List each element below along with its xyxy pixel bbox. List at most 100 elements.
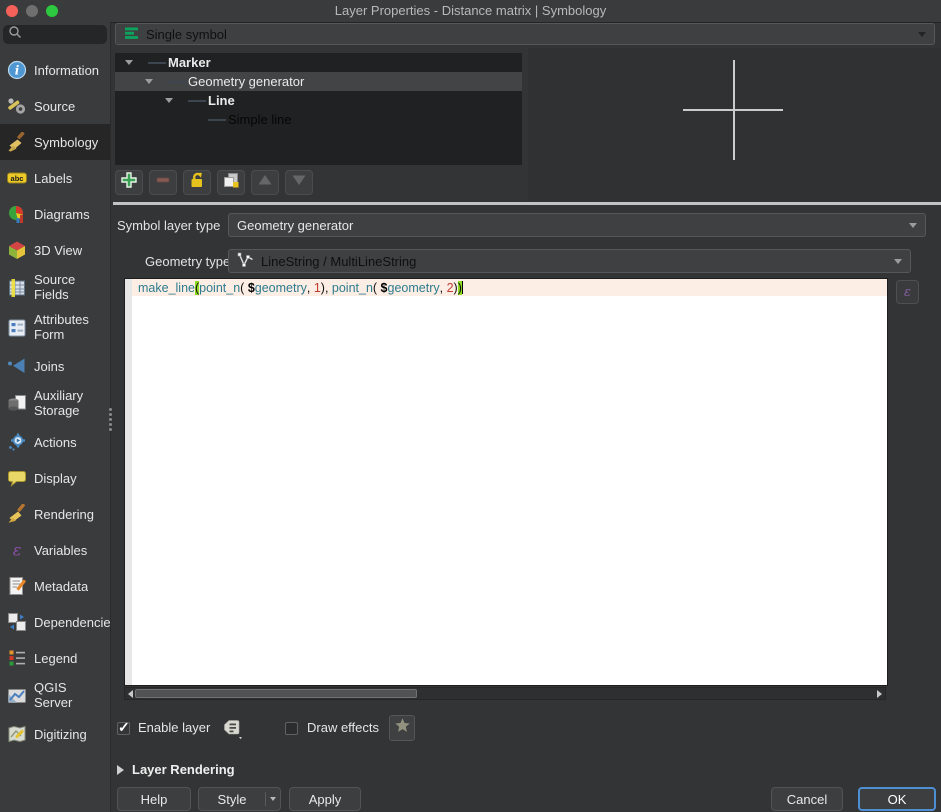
renderer-value: Single symbol [146,27,227,42]
svg-text:ε: ε [13,541,22,560]
cancel-button[interactable]: Cancel [771,787,843,811]
add-symbol-layer-button[interactable] [115,170,143,195]
metadata-icon [7,576,27,596]
collapsed-arrow-icon[interactable] [117,765,124,775]
symbol-preview [528,48,941,201]
sidebar-item-rendering[interactable]: Rendering [0,496,110,532]
sidebar-item-digitizing[interactable]: Digitizing [0,716,110,752]
diagrams-icon [7,204,27,224]
sidebar-item-variables[interactable]: εVariables [0,532,110,568]
symbol-preview-line-icon [168,81,186,83]
ok-button[interactable]: OK [858,787,936,811]
expand-arrow-icon[interactable] [125,60,133,65]
sidebar-item-dependencies[interactable]: Dependencies [0,604,110,640]
sidebar-item-joins[interactable]: Joins [0,348,110,384]
style-button-label: Style [199,792,265,807]
sidebar-item-metadata[interactable]: Metadata [0,568,110,604]
symbol-tree-node-simple-line[interactable]: Simple line [115,110,522,129]
joins-icon [7,356,27,376]
sidebar-item-label: Digitizing [34,727,87,742]
move-up-button[interactable] [251,170,279,195]
expression-token: geometry [255,281,307,295]
sidebar-item-legend[interactable]: Legend [0,640,110,676]
renderer-select[interactable]: Single symbol [115,23,935,45]
scrollbar-thumb[interactable] [135,689,417,698]
search-icon [8,25,22,44]
layer-properties-window: Layer Properties - Distance matrix | Sym… [0,0,941,812]
effects-customize-button[interactable] [389,715,415,741]
draw-effects-checkbox[interactable] [285,722,298,735]
sidebar-search-box[interactable] [3,25,107,44]
sidebar-item-source[interactable]: Source [0,88,110,124]
sidebar-item-qgis-server[interactable]: QGIS Server [0,676,110,716]
sidebar-item-label: Labels [34,171,72,186]
cancel-button-label: Cancel [787,792,827,807]
expression-token: make_line [138,281,195,295]
sidebar-item-labels[interactable]: abcLabels [0,160,110,196]
symbol-layer-type-label: Symbol layer type [117,218,220,233]
sidebar-item-source-fields[interactable]: Source Fields [0,268,110,308]
source-icon [7,96,27,116]
symbol-tree-node-marker[interactable]: Marker [115,53,522,72]
expand-arrow-icon[interactable] [165,98,173,103]
expression-builder-button[interactable]: ε [896,280,919,304]
sidebar-item-label: Diagrams [34,207,90,222]
expression-token: ( [240,281,248,295]
symbol-tree-toolbar [115,170,313,195]
sidebar-item-actions[interactable]: Actions [0,424,110,460]
data-defined-override-button[interactable] [220,717,246,741]
symbol-tree-node-line[interactable]: Line [115,91,522,110]
symbol-layer-type-select[interactable]: Geometry generator [228,213,926,237]
symbol-preview-line-icon [188,100,206,102]
sidebar-item-symbology[interactable]: Symbology [0,124,110,160]
duplicate-icon [222,171,240,194]
rendering-icon [7,504,27,524]
linestring-icon [237,251,255,272]
chevron-down-icon [918,32,926,37]
editor-horizontal-scrollbar[interactable] [124,687,886,700]
style-button[interactable]: Style [198,787,281,811]
expression-code-line[interactable]: make_line(point_n( $geometry, 1), point_… [132,279,887,296]
title-bar: Layer Properties - Distance matrix | Sym… [0,0,941,23]
move-down-button[interactable] [285,170,313,195]
chevron-down-icon [909,223,917,228]
apply-button-label: Apply [309,792,342,807]
expression-token: geometry [388,281,440,295]
sidebar-item-label: Metadata [34,579,88,594]
symbology-panel: Single symbol MarkerGeometry generatorLi… [111,22,941,812]
remove-symbol-layer-button[interactable] [149,170,177,195]
help-button[interactable]: Help [117,787,191,811]
layer-options-row: ✓ Enable layer Draw effects [111,714,941,742]
section-separator [113,202,941,205]
sidebar-item-3d-view[interactable]: 3D View [0,232,110,268]
symbol-tree-node-geometry-generator[interactable]: Geometry generator [115,72,522,91]
apply-button[interactable]: Apply [289,787,361,811]
plus-icon [120,171,138,194]
layer-rendering-group[interactable]: Layer Rendering [117,762,235,777]
sidebar-item-auxiliary-storage[interactable]: Auxiliary Storage [0,384,110,424]
scroll-right-arrow-icon[interactable] [874,688,885,699]
symbol-tree-label: Simple line [228,112,292,127]
geometry-expression-editor[interactable]: make_line(point_n( $geometry, 1), point_… [124,278,888,686]
info-icon: i [7,60,27,80]
sidebar-item-label: Joins [34,359,64,374]
arrow-down-icon [290,171,308,194]
sidebar-item-diagrams[interactable]: Diagrams [0,196,110,232]
geometry-type-select[interactable]: LineString / MultiLineString [228,249,911,273]
sidebar-item-label: Legend [34,651,77,666]
sidebar-item-information[interactable]: iInformation [0,52,110,88]
search-input[interactable] [22,27,104,43]
enable-layer-checkbox[interactable]: ✓ [117,722,130,735]
sidebar-item-display[interactable]: Display [0,460,110,496]
sidebar-item-attributes-form[interactable]: Attributes Form [0,308,110,348]
auxiliary-storage-icon [7,394,27,414]
editor-gutter [125,279,132,685]
duplicate-symbol-layer-button[interactable] [217,170,245,195]
chevron-down-icon[interactable] [266,797,280,801]
lock-color-button[interactable] [183,170,211,195]
expand-arrow-icon[interactable] [145,79,153,84]
expression-token: point_n [332,281,373,295]
symbol-tree-label: Marker [168,55,211,70]
arrow-up-icon [256,171,274,194]
svg-text:i: i [15,64,20,78]
